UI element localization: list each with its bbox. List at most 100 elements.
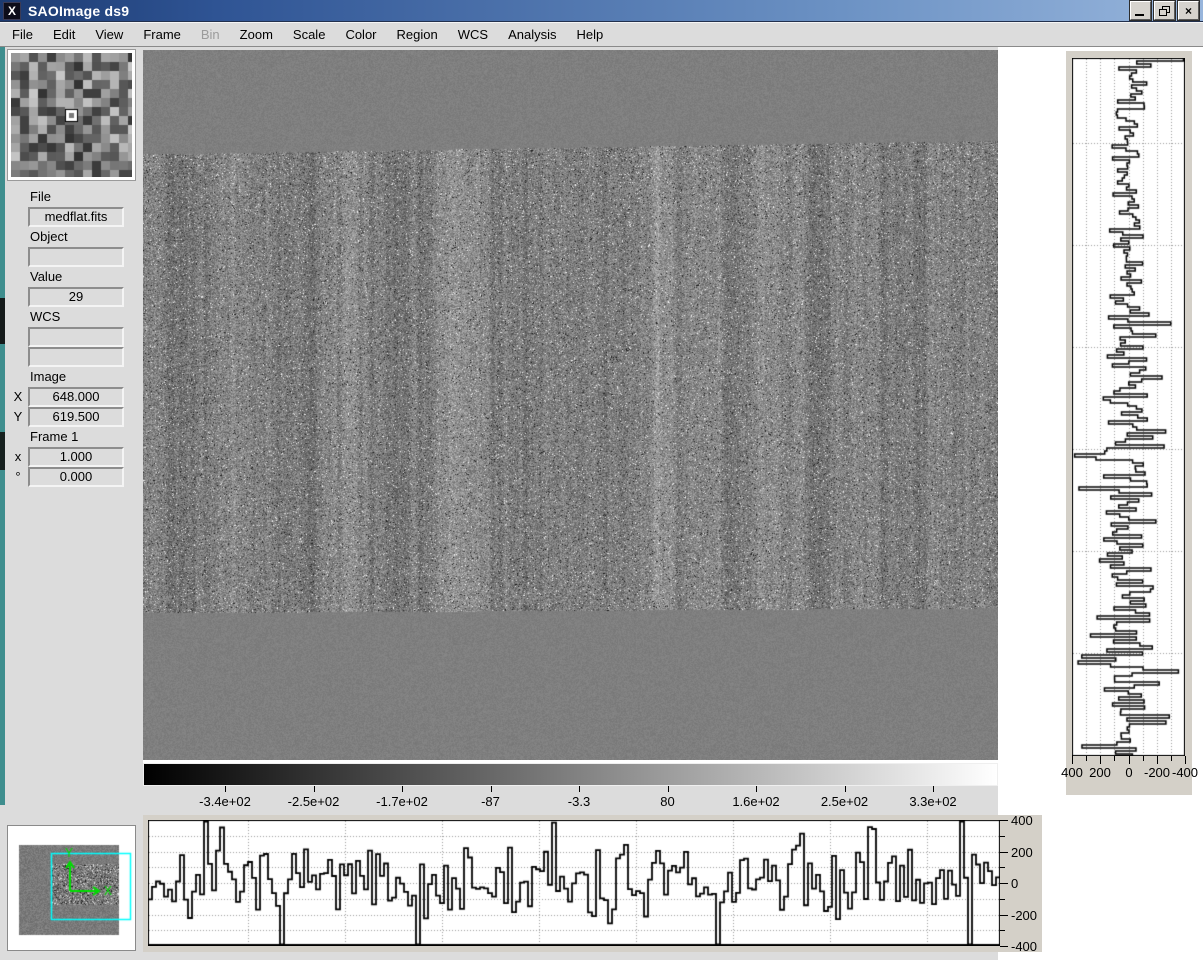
menu-item-help[interactable]: Help (576, 27, 603, 42)
h-axis-tick (1000, 852, 1008, 853)
pixel-value[interactable]: 29 (28, 287, 124, 307)
h-axis-tick (1000, 946, 1008, 947)
h-axis-tick (1000, 915, 1008, 916)
image-y[interactable]: 619.500 (28, 407, 124, 427)
object-value[interactable] (28, 247, 124, 267)
menu-item-analysis[interactable]: Analysis (508, 27, 556, 42)
menu-item-region[interactable]: Region (397, 27, 438, 42)
v-axis-tick (1171, 756, 1172, 761)
panel-label-image: Image (30, 369, 66, 384)
h-axis-label: 0 (1011, 876, 1018, 891)
wcs-delta[interactable] (28, 347, 124, 367)
vertical-cut-graph: 4002000-200-400 (1066, 51, 1192, 795)
file-value[interactable]: medflat.fits (28, 207, 124, 227)
menu-item-color[interactable]: Color (345, 27, 376, 42)
v-axis-tick (1129, 756, 1130, 764)
colorbar-tick (225, 786, 226, 792)
frame-zoom[interactable]: 1.000 (28, 447, 124, 467)
wcs-alpha[interactable] (28, 327, 124, 347)
v-axis-tick (1143, 756, 1144, 761)
desktop-edge-shadow (0, 432, 5, 470)
window-controls: × (1130, 1, 1199, 20)
colorbar[interactable] (143, 763, 998, 786)
minimize-button[interactable] (1130, 1, 1151, 20)
colorbar-tick (668, 786, 669, 792)
minimize-icon (1135, 14, 1144, 16)
panner[interactable] (7, 825, 136, 951)
frame-angle[interactable]: 0.000 (28, 467, 124, 487)
image-x-prefix: X (10, 389, 26, 404)
x11-app-icon: X (3, 2, 21, 20)
titlebar[interactable]: X SAOImage ds9 × (0, 0, 1203, 22)
h-axis-tick (1000, 930, 1005, 931)
h-axis-label: 200 (1011, 845, 1033, 860)
colorbar-tick-label: -3.3 (539, 794, 619, 809)
vertical-cut-plot[interactable] (1072, 58, 1185, 756)
v-axis-tick (1157, 756, 1158, 764)
frame-angle-prefix: ° (10, 469, 26, 484)
colorbar-tick-label: -87 (451, 794, 531, 809)
desktop-edge (0, 47, 5, 805)
window-title: SAOImage ds9 (28, 3, 129, 19)
colorbar-axis: -3.4e+02-2.5e+02-1.7e+02-87-3.3801.6e+02… (143, 786, 998, 814)
colorbar-tick-label: 2.5e+02 (805, 794, 885, 809)
h-axis-tick (1000, 867, 1005, 868)
panel-label-value: Value (30, 269, 62, 284)
v-axis-tick (1086, 756, 1087, 761)
h-axis-label: -400 (1011, 939, 1037, 954)
colorbar-tick (756, 786, 757, 792)
colorbar-tick (314, 786, 315, 792)
image-y-prefix: Y (10, 409, 26, 424)
info-panel-background (0, 47, 143, 960)
restore-icon (1159, 6, 1170, 16)
menu-item-frame[interactable]: Frame (143, 27, 181, 42)
menu-item-bin: Bin (201, 27, 220, 42)
panel-label-object: Object (30, 229, 68, 244)
colorbar-tick (933, 786, 934, 792)
menu-item-wcs[interactable]: WCS (458, 27, 488, 42)
v-axis-label: 200 (1085, 765, 1115, 780)
colorbar-tick (579, 786, 580, 792)
v-axis-label: 400 (1057, 765, 1087, 780)
horizontal-cut-plot[interactable] (148, 820, 1000, 946)
close-button[interactable]: × (1178, 1, 1199, 20)
v-axis-label: 0 (1114, 765, 1144, 780)
h-axis-tick (1000, 899, 1005, 900)
colorbar-tick-label: -3.4e+02 (185, 794, 265, 809)
v-axis-tick (1185, 756, 1186, 764)
panel-label-wcs: WCS (30, 309, 60, 324)
h-axis-tick (1000, 836, 1005, 837)
v-axis-tick (1072, 756, 1073, 764)
image-x[interactable]: 648.000 (28, 387, 124, 407)
colorbar-tick (845, 786, 846, 792)
image-display[interactable] (143, 50, 998, 760)
menubar: File Edit View Frame Bin Zoom Scale Color Region… (0, 22, 1203, 47)
colorbar-tick-label: 80 (628, 794, 708, 809)
colorbar-tick (491, 786, 492, 792)
close-icon: × (1185, 4, 1192, 18)
colorbar-tick-label: 1.6e+02 (716, 794, 796, 809)
h-axis-label: 400 (1011, 813, 1033, 828)
colorbar-tick-label: 3.3e+02 (893, 794, 973, 809)
frame-zoom-prefix: x (10, 449, 26, 464)
magnifier-canvas[interactable] (11, 53, 132, 177)
menu-item-zoom[interactable]: Zoom (240, 27, 273, 42)
panel-label-file: File (30, 189, 51, 204)
desktop-edge-shadow (0, 298, 5, 344)
v-axis-tick (1114, 756, 1115, 761)
menu-item-scale[interactable]: Scale (293, 27, 326, 42)
magnifier[interactable] (7, 49, 136, 181)
v-axis-label: -400 (1170, 765, 1200, 780)
v-axis-label: -200 (1142, 765, 1172, 780)
h-axis-tick (1000, 883, 1008, 884)
h-axis-tick (1000, 820, 1008, 821)
panel-label-frame-1: Frame 1 (30, 429, 78, 444)
menu-item-file[interactable]: File (12, 27, 33, 42)
horizontal-cut-graph: 4002000-200-400 (143, 815, 1042, 952)
restore-button[interactable] (1154, 1, 1175, 20)
menu-item-view[interactable]: View (95, 27, 123, 42)
panner-canvas[interactable] (9, 827, 134, 949)
menu-item-edit[interactable]: Edit (53, 27, 75, 42)
v-axis-tick (1100, 756, 1101, 764)
colorbar-tick-label: -2.5e+02 (274, 794, 354, 809)
